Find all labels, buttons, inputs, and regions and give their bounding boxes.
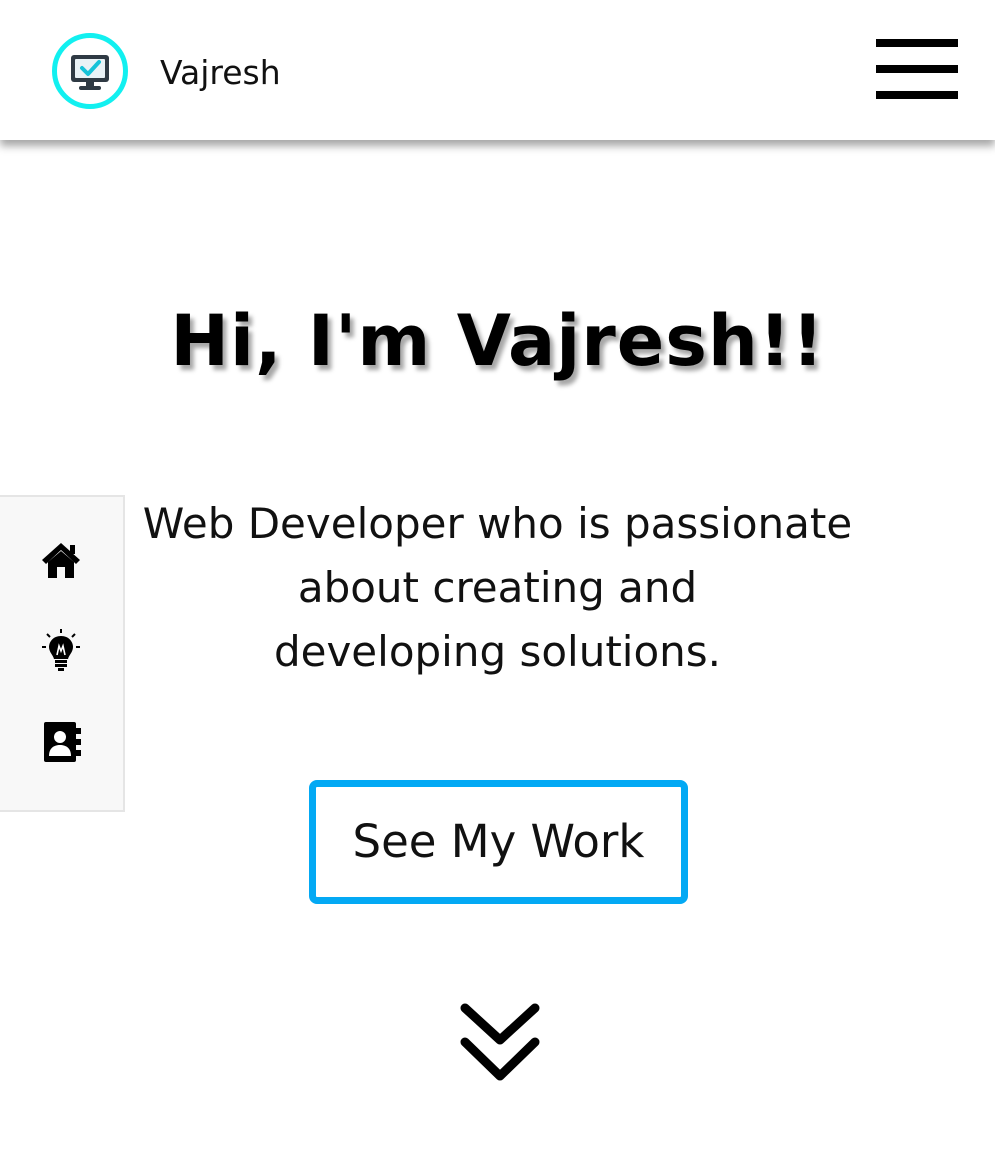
- brand-name[interactable]: Vajresh: [160, 51, 281, 95]
- side-nav: [0, 495, 125, 812]
- hero-title: Hi, I'm Vajresh!!: [170, 300, 825, 382]
- hero-subtitle-line: Web Developer who is passionate: [142, 499, 853, 548]
- monitor-check-icon: [71, 55, 109, 90]
- home-icon: [42, 543, 80, 578]
- see-my-work-button[interactable]: See My Work: [309, 780, 688, 904]
- hero-subtitle-line: about creating and: [297, 563, 698, 612]
- menu-bar: [876, 65, 958, 73]
- hero-subtitle: Web Developer who is passionate about cr…: [100, 492, 895, 684]
- contact-book-icon: [44, 722, 81, 762]
- logo[interactable]: [52, 33, 128, 109]
- hero-subtitle-line: developing solutions.: [273, 627, 722, 676]
- side-nav-ideas[interactable]: [38, 627, 84, 673]
- scroll-down-arrow: [460, 1003, 540, 1081]
- hamburger-menu-icon[interactable]: [876, 39, 958, 101]
- site-header: Vajresh: [0, 0, 995, 140]
- menu-bar: [876, 39, 958, 47]
- double-chevron-down-icon[interactable]: [458, 1000, 542, 1086]
- lightbulb-icon: [42, 629, 80, 671]
- side-nav-contact[interactable]: [38, 719, 84, 765]
- menu-bar: [876, 91, 958, 99]
- side-nav-home[interactable]: [38, 537, 84, 583]
